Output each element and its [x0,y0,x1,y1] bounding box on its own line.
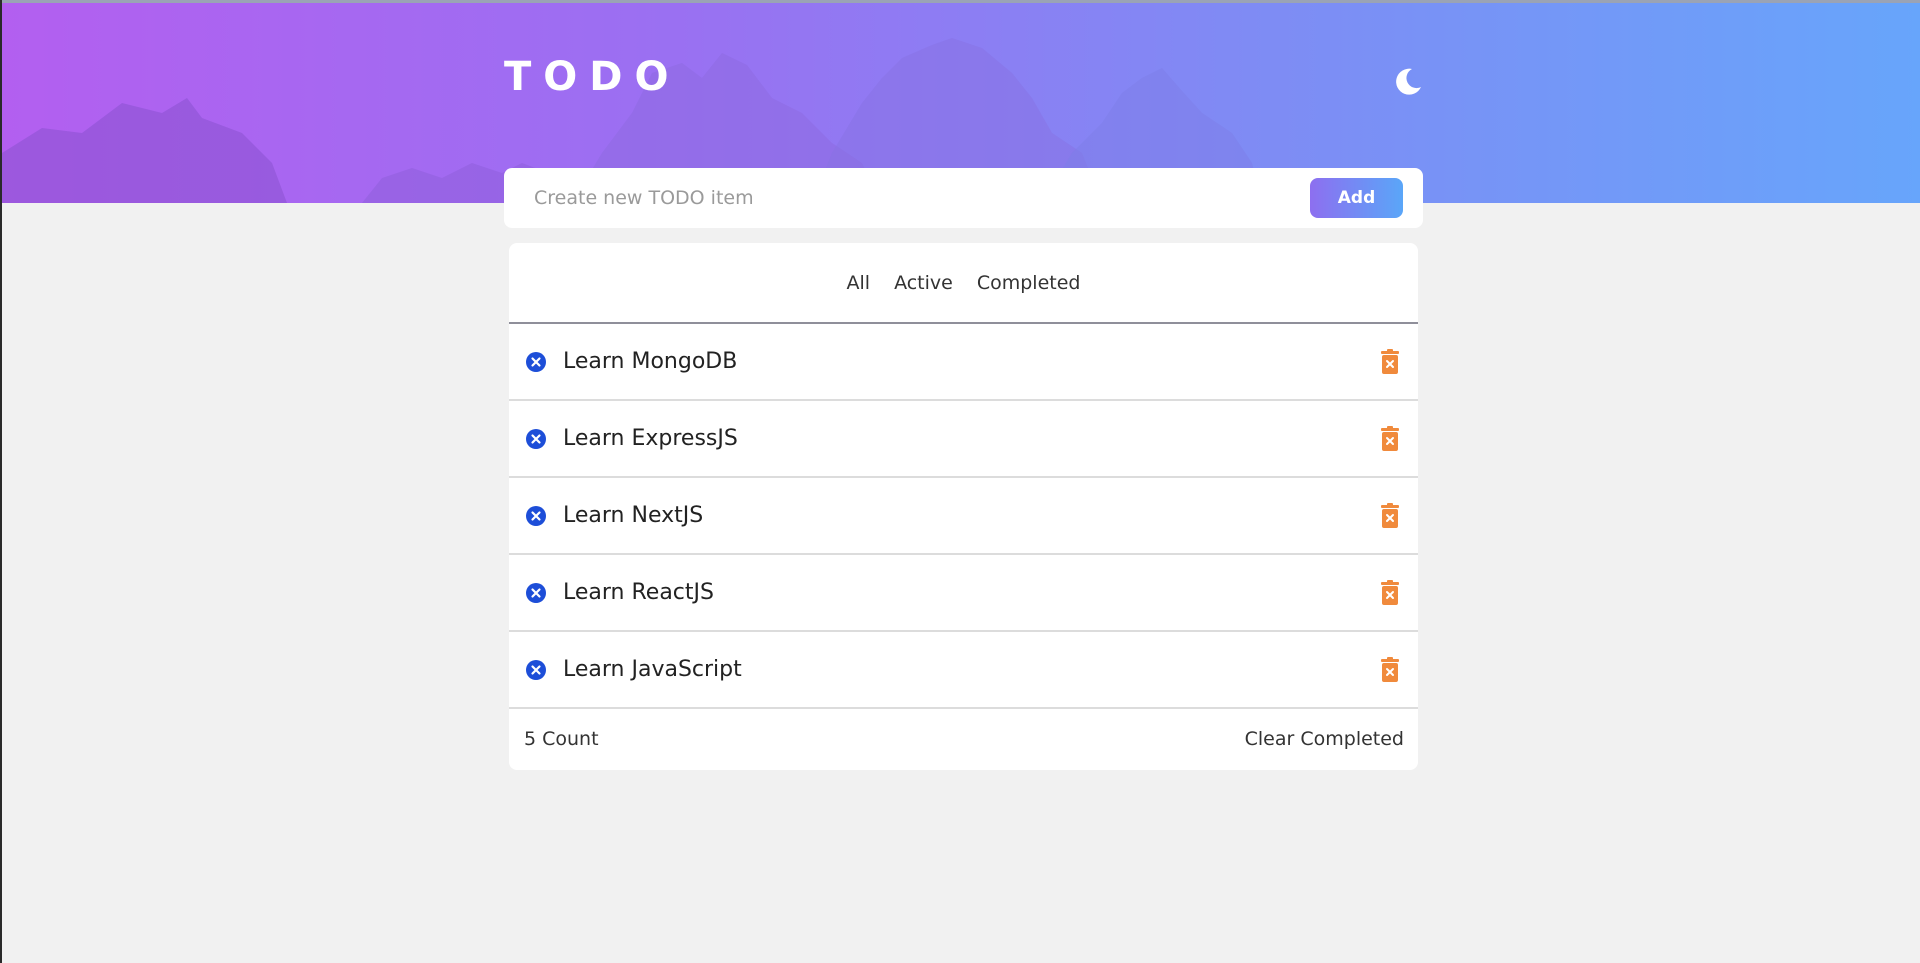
clear-completed-button[interactable]: Clear Completed [1245,728,1404,750]
x-circle-icon[interactable] [525,351,547,373]
todo-text: Learn JavaScript [563,657,742,682]
filter-active[interactable]: Active [894,272,953,294]
new-todo-bar: Add [504,168,1423,228]
todo-text: Learn ExpressJS [563,426,738,451]
trash-icon[interactable] [1378,579,1402,606]
item-count: 5 Count [524,728,599,750]
trash-icon[interactable] [1378,348,1402,375]
trash-icon[interactable] [1378,656,1402,683]
todo-text: Learn NextJS [563,503,704,528]
filter-all[interactable]: All [847,272,871,294]
x-circle-icon[interactable] [525,428,547,450]
filter-tabs: All Active Completed [509,243,1418,324]
x-circle-icon[interactable] [525,505,547,527]
todo-item: Learn ExpressJS [509,401,1418,478]
trash-icon[interactable] [1378,425,1402,452]
todo-footer: 5 Count Clear Completed [509,709,1418,769]
app-page: TODO Add All Active Completed Learn Mong… [0,0,1920,963]
todo-text: Learn MongoDB [563,349,738,374]
new-todo-input[interactable] [534,187,1310,209]
todo-item: Learn JavaScript [509,632,1418,709]
todo-text: Learn ReactJS [563,580,714,605]
add-button[interactable]: Add [1310,178,1403,218]
todo-item: Learn NextJS [509,478,1418,555]
app-title: TODO [504,54,681,100]
x-circle-icon[interactable] [525,582,547,604]
todo-item: Learn ReactJS [509,555,1418,632]
todo-list: Learn MongoDB Learn ExpressJS Learn Next [509,324,1418,709]
trash-icon[interactable] [1378,502,1402,529]
todo-card: All Active Completed Learn MongoDB Learn… [509,243,1418,770]
todo-item: Learn MongoDB [509,324,1418,401]
filter-completed[interactable]: Completed [977,272,1081,294]
moon-icon[interactable] [1392,65,1424,97]
x-circle-icon[interactable] [525,659,547,681]
